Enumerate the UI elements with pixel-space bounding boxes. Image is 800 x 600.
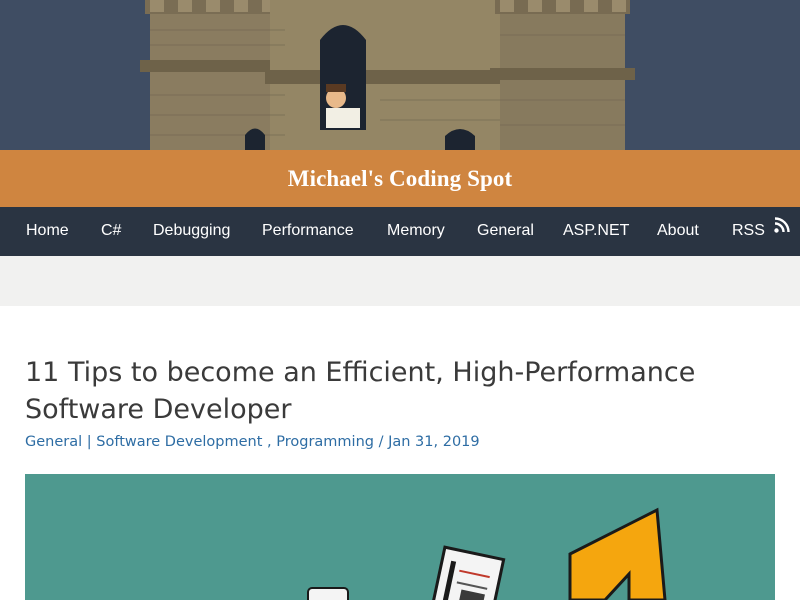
meta-separator: /: [378, 434, 389, 450]
featured-image: [25, 474, 775, 600]
post-meta: General | Software Development , Program…: [25, 432, 785, 452]
content-top-band: [0, 256, 800, 306]
header-banner: [0, 0, 800, 150]
featured-illustration: [307, 507, 667, 600]
nav-item-performance[interactable]: Performance: [262, 207, 354, 256]
meta-separator: |: [86, 434, 97, 450]
nav-item-rss[interactable]: RSS: [732, 205, 791, 256]
nav-item-memory[interactable]: Memory: [387, 207, 445, 256]
nav-item-csharp[interactable]: C#: [101, 207, 121, 256]
nav-item-rss-label: RSS: [732, 222, 765, 239]
post-date: Jan 31, 2019: [388, 434, 480, 450]
nav-item-general[interactable]: General: [477, 207, 534, 256]
article-title[interactable]: 11 Tips to become an Efficient, High-Per…: [25, 354, 785, 428]
nav-item-debugging[interactable]: Debugging: [153, 207, 230, 256]
castle-banner-image: [140, 0, 635, 150]
nav-item-aspnet[interactable]: ASP.NET: [563, 207, 629, 256]
site-title[interactable]: Michael's Coding Spot: [288, 166, 512, 192]
meta-separator: ,: [267, 434, 277, 450]
main-navigation: Home C# Debugging Performance Memory Gen…: [0, 207, 800, 256]
tag-link-programming[interactable]: Programming: [276, 434, 374, 450]
nav-item-home[interactable]: Home: [26, 207, 69, 256]
category-link[interactable]: General: [25, 434, 82, 450]
nav-item-about[interactable]: About: [657, 207, 699, 256]
rss-icon: [774, 205, 791, 252]
site-title-bar: Michael's Coding Spot: [0, 150, 800, 207]
tag-link-software-development[interactable]: Software Development: [96, 434, 262, 450]
